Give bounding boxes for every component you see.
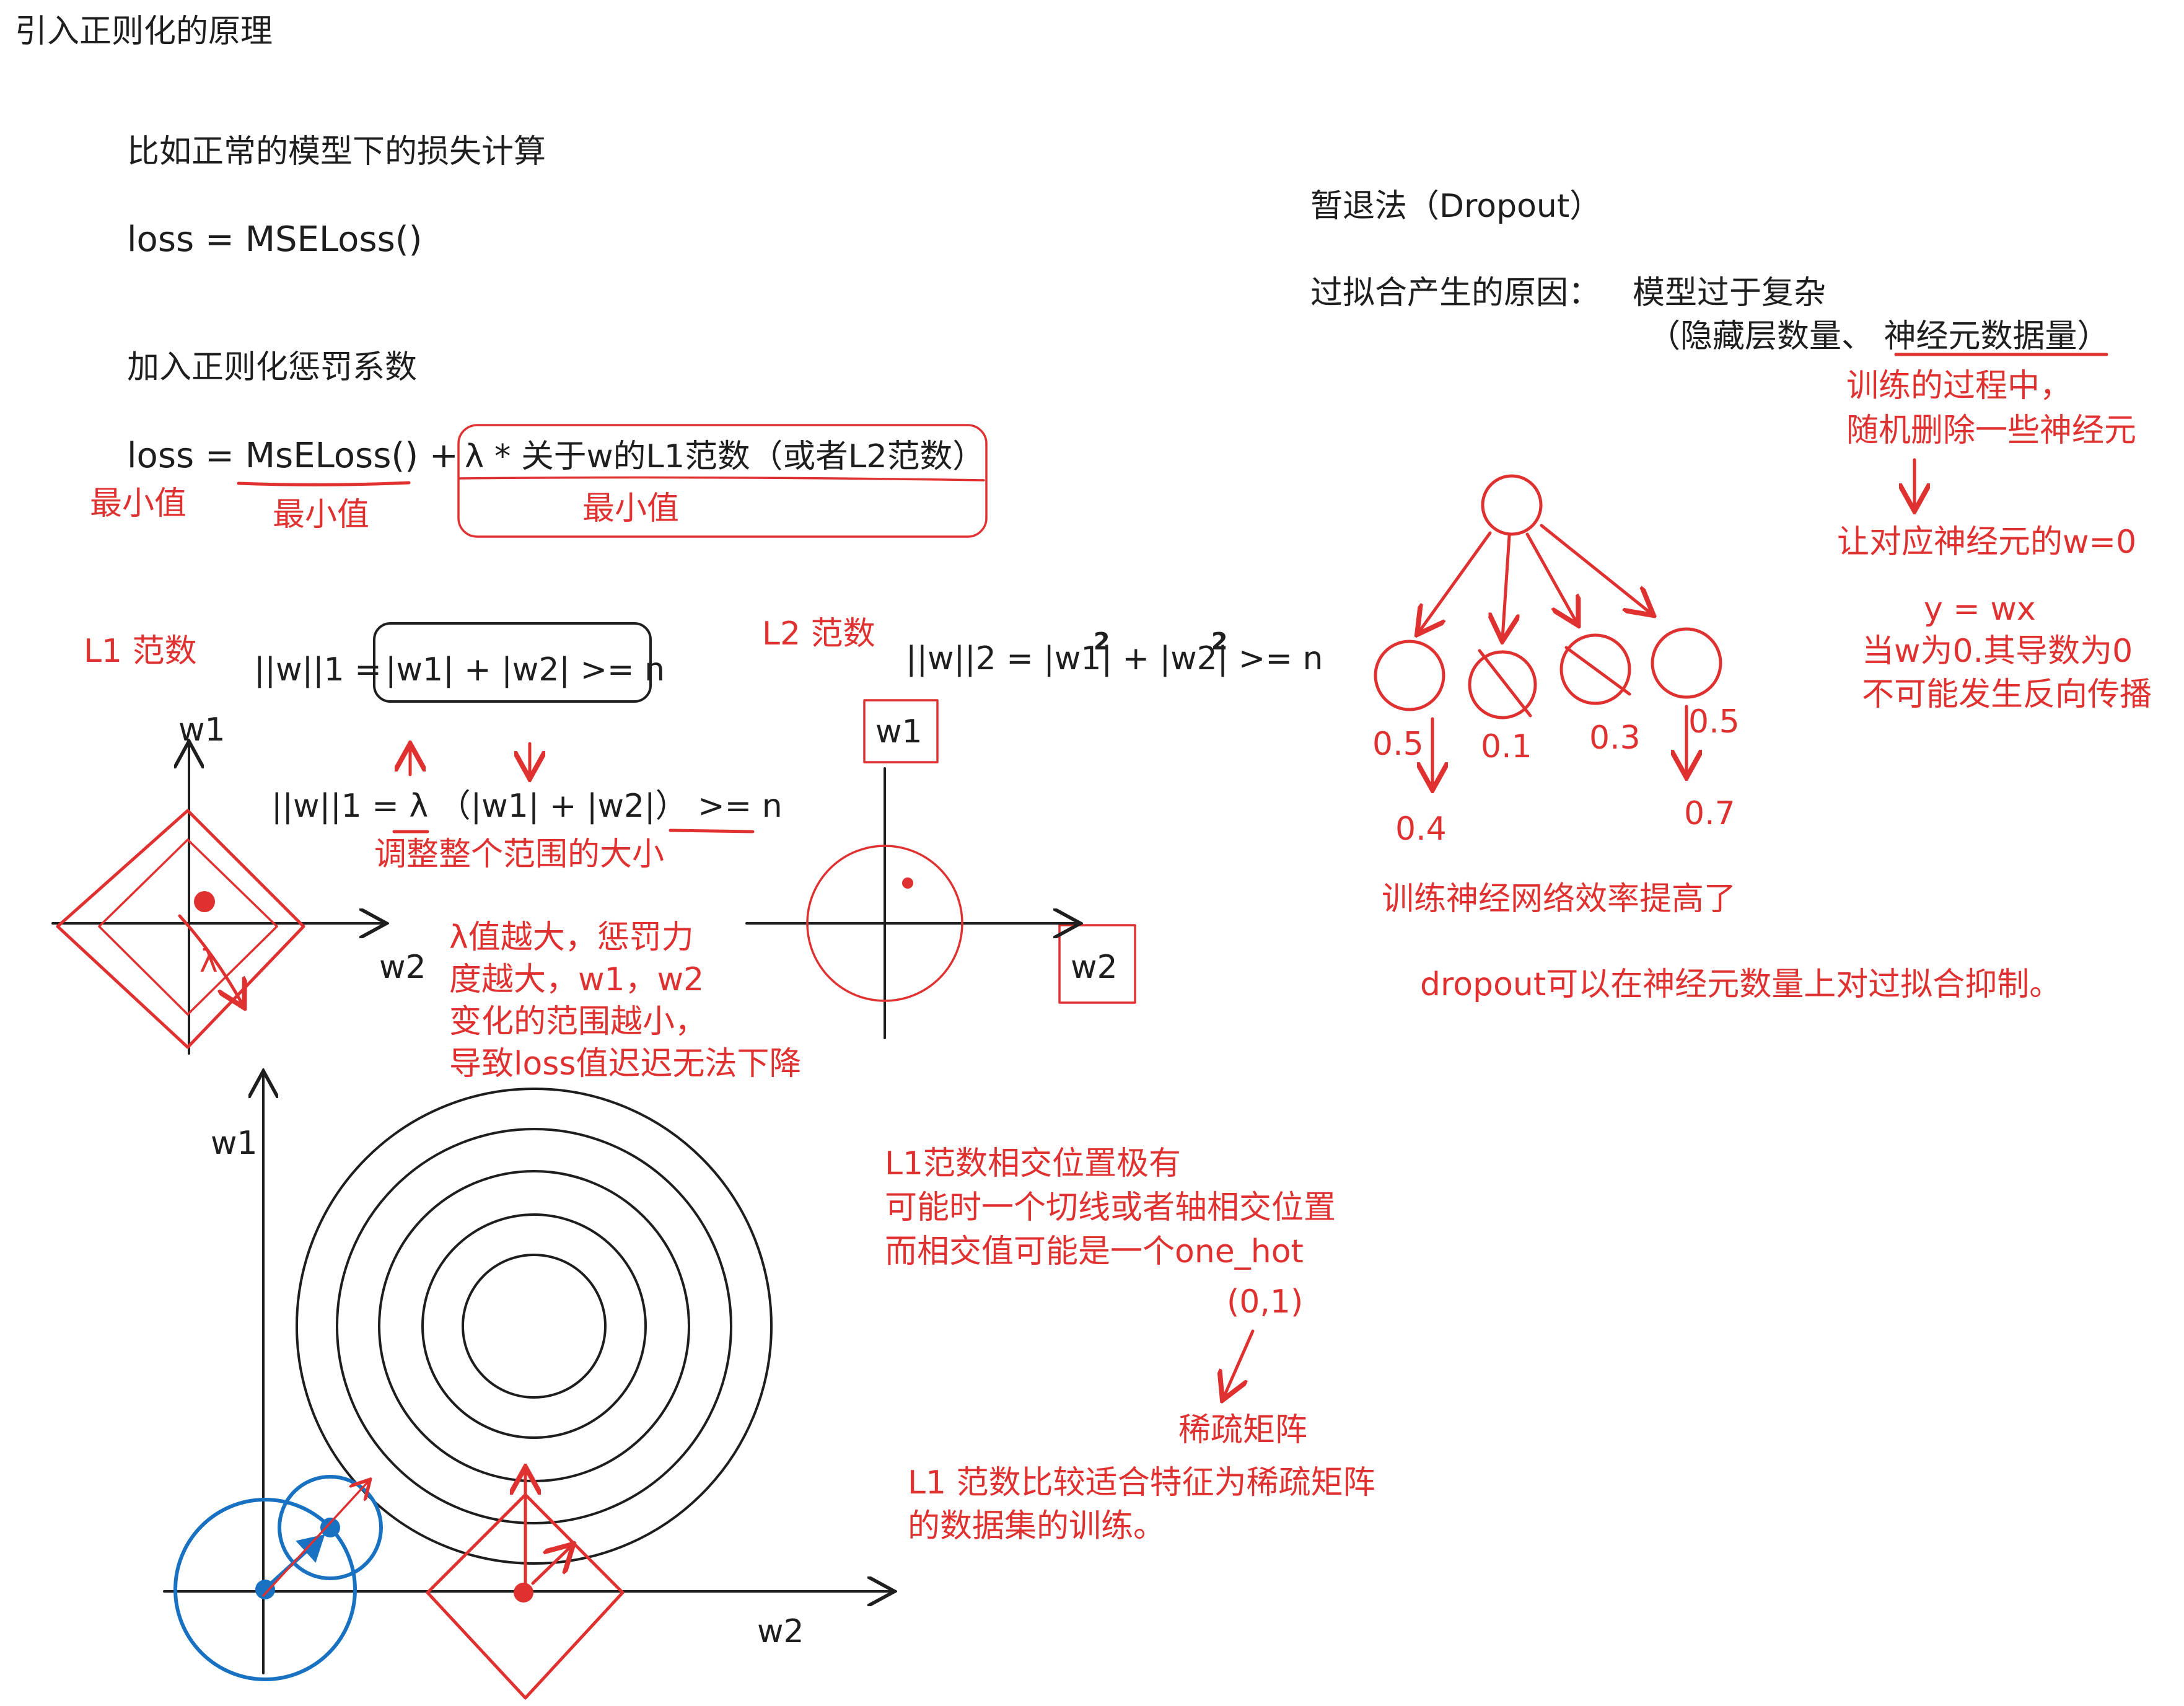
bottom-axis-w2: w2 [757, 1613, 804, 1650]
edge-arrow [1540, 524, 1651, 613]
min-value-label-1: 最小值 [90, 485, 186, 522]
sparse-note: L1 范数比较适合特征为稀疏矩阵 的数据集的训练。 [908, 1464, 1375, 1545]
l1-norm-formula-boxed: |w1| + |w2| >= n [385, 651, 665, 688]
updated-value: 0.7 [1684, 795, 1735, 832]
train-note: 训练的过程中， 随机删除一些神经元 [1846, 367, 2136, 449]
l1-diamond-center [514, 1583, 533, 1603]
set-zero-note: 让对应神经元的w=0 [1837, 524, 2136, 561]
dropout-cause-value: 模型过于复杂 [1633, 275, 1826, 312]
l1-section: L1 范数 ||w||1 = |w1| + |w2| >= n ||w||1 =… [51, 622, 801, 1083]
lambda-mark: λ [200, 943, 218, 979]
intersect-note-line: L1范数相交位置极有 [885, 1145, 1181, 1182]
l1-norm-formula-left: ||w||1 = [254, 651, 382, 688]
sparse-label: 稀疏矩阵 [1178, 1412, 1307, 1449]
dropout-cause-detail: （隐藏层数量、 神经元数据量） [1648, 318, 2110, 355]
l1-point [194, 891, 215, 912]
penalty-divider [458, 476, 985, 481]
node-value: 0.5 [1372, 726, 1424, 763]
loss-reg-prefix: loss = [127, 436, 245, 476]
l1-scaled-note: 调整整个范围的大小 [374, 836, 664, 873]
dropout-heading: 暂退法（Dropout） [1310, 188, 1602, 225]
lambda-note-line: 导致loss值迟迟无法下降 [449, 1045, 801, 1083]
one-hot-point: (0,1) [1227, 1283, 1303, 1321]
no-backprop-note: 当w为0.其导数为0 不可能发生反向传播 [1862, 633, 2152, 713]
train-note-line: 训练的过程中， [1846, 367, 2072, 405]
add-penalty-intro: 加入正则化惩罚系数 [127, 349, 417, 386]
l1-diagonal-arrow [531, 1546, 571, 1585]
loss-reg-formula: loss = MsELoss() + [127, 436, 458, 476]
no-backprop-line: 当w为0.其导数为0 [1862, 633, 2133, 670]
node-value: 0.5 [1688, 703, 1740, 741]
mse-underline [237, 481, 411, 486]
lambda-note-line: 度越大，w1，w2 [449, 961, 704, 998]
dropout-section: 暂退法（Dropout） 过拟合产生的原因： 模型过于复杂 （隐藏层数量、 神经… [1310, 188, 2152, 1003]
l1-scaled-lambda: λ [409, 788, 428, 825]
lambda-note: λ值越大，惩罚力 度越大，w1，w2 变化的范围越小， 导致loss值迟迟无法下… [449, 919, 801, 1083]
loss-contour [336, 1128, 732, 1524]
dropout-summary: dropout可以在神经元数量上对过拟合抑制。 [1420, 966, 2061, 1003]
loss-contour [378, 1170, 690, 1482]
edge-arrow [1502, 534, 1509, 638]
intersect-note-line: 而相交值可能是一个one_hot [885, 1233, 1304, 1270]
dropout-cause-detail-highlight: 神经元数据量） [1884, 318, 2110, 355]
loss-reg-mse: MsELoss() [245, 436, 418, 476]
l1-axis-w1: w1 [178, 711, 226, 749]
node-value: 0.3 [1589, 719, 1641, 757]
page-title: 引入正则化的原理 [15, 13, 273, 50]
train-note-line: 随机删除一些神经元 [1846, 412, 2136, 449]
updated-value: 0.4 [1395, 811, 1447, 848]
n-underline [669, 829, 755, 833]
loss-section: 比如正常的模型下的损失计算 loss = MSELoss() 加入正则化惩罚系数… [90, 133, 988, 538]
dropout-cause-detail-open: （隐藏层数量、 [1648, 318, 1874, 355]
loss-contour [462, 1254, 607, 1399]
sparse-arrow [1224, 1329, 1255, 1397]
bottom-plot: w1 w2 L1范数相交位置极有 可能时一个切线或者轴相交位置 而相交值可能是一… [163, 1073, 1375, 1700]
dropout-cause-label: 过拟合产生的原因： [1310, 275, 1600, 312]
l2-superscript-2: 2 [1211, 628, 1227, 655]
l2-tangent-point [320, 1518, 340, 1537]
l2-heading: L2 范数 [762, 615, 875, 653]
edge-arrow [1419, 531, 1492, 632]
l1-axis-w2: w2 [379, 949, 426, 986]
l1-scaled-left: ||w||1 = [271, 788, 409, 825]
lambda-note-line: 变化的范围越小， [449, 1003, 707, 1040]
whiteboard-canvas: 引入正则化的原理 比如正常的模型下的损失计算 loss = MSELoss() … [15, 13, 2152, 1700]
hidden-neuron [1651, 627, 1722, 699]
no-backprop-line: 不可能发生反向传播 [1862, 676, 2152, 713]
l1-scaled-right: （|w1| + |w2|） >= n [439, 788, 783, 825]
bottom-axis-w1: w1 [211, 1125, 258, 1162]
loss-contour [421, 1213, 647, 1439]
intersect-note: L1范数相交位置极有 可能时一个切线或者轴相交位置 而相交值可能是一个one_h… [885, 1145, 1336, 1270]
loss-reg-plus: + [429, 436, 458, 476]
l2-axis-w2: w2 [1071, 949, 1118, 986]
loss-plain-formula: loss = MSELoss() [127, 219, 422, 260]
lambda-note-line: λ值越大，惩罚力 [449, 919, 694, 956]
min-value-label-3: 最小值 [582, 490, 679, 527]
l2-section: L2 范数 ||w||2 = |w1| + |w2| >= n 2 2 w1 w… [745, 615, 1323, 1039]
l1-heading: L1 范数 [84, 633, 197, 670]
efficiency-note: 训练神经网络效率提高了 [1382, 881, 1736, 918]
l2-point [902, 877, 913, 889]
l2-norm-formula: ||w||2 = |w1| + |w2| >= n [906, 640, 1323, 677]
l1-scaled-formula: ||w||1 = λ （|w1| + |w2|） >= n [271, 788, 783, 825]
equation: y = wx [1924, 591, 2036, 628]
input-neuron [1481, 474, 1543, 536]
normal-loss-intro: 比如正常的模型下的损失计算 [127, 133, 546, 170]
intersect-note-line: 可能时一个切线或者轴相交位置 [885, 1189, 1336, 1226]
node-value: 0.1 [1481, 728, 1532, 765]
sparse-note-line: 的数据集的训练。 [908, 1508, 1165, 1545]
l2-superscript-1: 2 [1094, 628, 1110, 655]
hidden-neuron [1374, 640, 1445, 711]
l2-axis-w1: w1 [875, 713, 923, 750]
drop-slash-icon [1564, 646, 1631, 696]
sparse-note-line: L1 范数比较适合特征为稀疏矩阵 [908, 1464, 1375, 1502]
loss-reg-penalty: λ * 关于w的L1范数（或者L2范数） [465, 438, 985, 475]
min-value-label-2: 最小值 [273, 496, 369, 534]
